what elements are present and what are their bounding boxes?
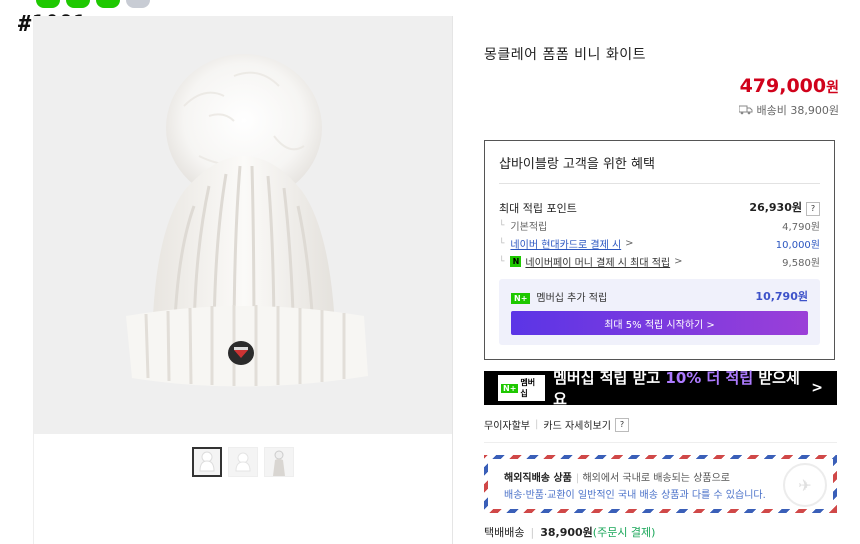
membership-row: N+ 멤버십 추가 적립 10,790원 (511, 288, 808, 304)
naverpay-icon: N (510, 256, 522, 267)
payment-links: 무이자할부 | 카드 자세히보기 ? (484, 417, 629, 432)
product-title: 몽클레어 폼폼 비니 화이트 (484, 47, 647, 63)
banner-highlight: 10% 더 적립 (665, 369, 754, 387)
beanie-illustration (126, 54, 368, 387)
help-icon[interactable]: ? (806, 202, 820, 216)
membership-section: N+ 멤버십 추가 적립 10,790원 최대 5% 적립 시작하기 > (499, 279, 820, 345)
overseas-line2: 배송·반품·교환이 일반적인 국내 배송 상품과 다를 수 있습니다. (504, 490, 766, 501)
green-indicator-icon (66, 0, 90, 8)
membership-banner-badge: N+ 멤버십 (498, 375, 546, 401)
truck-icon (738, 105, 753, 115)
thumbnail-3[interactable] (264, 447, 294, 477)
max-points-value: 26,930원 (749, 201, 802, 214)
delivery-separator: | (530, 525, 535, 539)
help-icon[interactable]: ? (614, 417, 629, 432)
benefits-divider (499, 183, 820, 184)
shipping-fee: 배송비 38,900원 (738, 102, 839, 118)
delivery-info: 택배배송 | 38,900원 (주문시 결제) (484, 524, 655, 540)
shipping-fee-text: 배송비 38,900원 (756, 104, 839, 117)
card-detail-link[interactable]: 카드 자세히보기 (543, 417, 611, 432)
product-main-image[interactable] (34, 16, 452, 434)
branch-icon: └ (499, 256, 505, 267)
naver-plus-badge: N+ (511, 292, 531, 304)
overseas-desc: 해외에서 국내로 배송되는 상품으로 (582, 473, 730, 484)
product-gallery (33, 16, 453, 544)
membership-banner[interactable]: N+ 멤버십 멤버십 적립 받고 10% 더 적립 받으세요 > (484, 369, 837, 408)
thumbnail-model-icon (273, 450, 285, 476)
membership-badge-text: 멤버십 (520, 378, 536, 398)
overseas-shipping-notice: 해외직배송 상품 | 해외에서 국내로 배송되는 상품으로 배송·반품·교환이 일… (484, 455, 837, 513)
start-membership-button[interactable]: 최대 5% 적립 시작하기 > (511, 311, 808, 335)
airplane-stamp-icon: ✈ (783, 463, 827, 507)
benefits-title: 샵바이블랑 고객을 위한 혜택 (499, 157, 655, 172)
product-price: 479,000원 (740, 75, 839, 97)
price-number: 479,000 (739, 75, 827, 97)
green-indicator-icon (96, 0, 120, 8)
branch-icon: └ (499, 220, 505, 231)
naverpay-link[interactable]: 네이버페이 머니 결제 시 최대 적립 (525, 254, 670, 269)
basic-points-value: 4,790원 (782, 222, 820, 233)
chevron-right-icon: > (811, 380, 823, 396)
delivery-label: 택배배송 (484, 526, 525, 539)
max-points-row: 최대 적립 포인트 26,930원? (499, 199, 820, 216)
overseas-title: 해외직배송 상품 (504, 473, 572, 484)
banner-text: 멤버십 적립 받고 10% 더 적립 받으세요 (553, 367, 811, 409)
banner-text-a: 멤버십 적립 받고 (553, 369, 666, 387)
naverpay-points-value: 9,580원 (782, 258, 820, 269)
naver-plus-icon: N+ (501, 383, 519, 393)
delivery-fee: 38,900원 (540, 526, 593, 539)
delivery-note: (주문시 결제) (592, 526, 656, 539)
overseas-title-line: 해외직배송 상품 | 해외에서 국내로 배송되는 상품으로 (504, 469, 730, 484)
max-points-value-wrap: 26,930원? (749, 199, 820, 216)
card-points-label-wrap: └ 네이버 현대카드로 결제 시 > (499, 236, 634, 251)
gray-indicator-icon (126, 0, 150, 8)
benefits-box: 샵바이블랑 고객을 위한 혜택 최대 적립 포인트 26,930원? └ 기본적립… (484, 140, 835, 360)
membership-value: 10,790원 (755, 290, 808, 303)
thumbnail-beanie-icon (199, 451, 215, 472)
card-points-row: └ 네이버 현대카드로 결제 시 > 10,000원 (499, 236, 820, 251)
card-points-value: 10,000원 (775, 240, 820, 251)
membership-label: 멤버십 추가 적립 (536, 292, 608, 304)
membership-label-wrap: N+ 멤버십 추가 적립 (511, 289, 607, 304)
section-divider (484, 442, 837, 443)
max-points-label: 최대 적립 포인트 (499, 201, 577, 215)
installment-link[interactable]: 무이자할부 (484, 417, 530, 432)
top-status-indicators (36, 0, 150, 8)
card-points-link[interactable]: 네이버 현대카드로 결제 시 (510, 236, 621, 251)
chevron-right-icon: > (674, 256, 683, 267)
basic-points-row: └ 기본적립 4,790원 (499, 218, 820, 234)
naverpay-points-row: └ N 네이버페이 머니 결제 시 최대 적립 > 9,580원 (499, 254, 820, 269)
overseas-notice-inner: 해외직배송 상품 | 해외에서 국내로 배송되는 상품으로 배송·반품·교환이 일… (488, 459, 833, 509)
thumbnail-1[interactable] (192, 447, 222, 477)
link-separator: | (535, 419, 539, 430)
thumbnail-strip (192, 447, 294, 477)
chevron-right-icon: > (625, 238, 634, 249)
green-indicator-icon (36, 0, 60, 8)
price-unit: 원 (826, 80, 839, 96)
naverpay-label-wrap: └ N 네이버페이 머니 결제 시 최대 적립 > (499, 254, 683, 269)
thumbnail-beanie-side-icon (235, 452, 251, 472)
overseas-desc-wrap: | 해외에서 국내로 배송되는 상품으로 (576, 473, 730, 484)
branch-icon: └ (499, 238, 505, 249)
thumbnail-2[interactable] (228, 447, 258, 477)
basic-points-label-wrap: └ 기본적립 (499, 218, 548, 234)
basic-points-label: 기본적립 (510, 222, 548, 233)
